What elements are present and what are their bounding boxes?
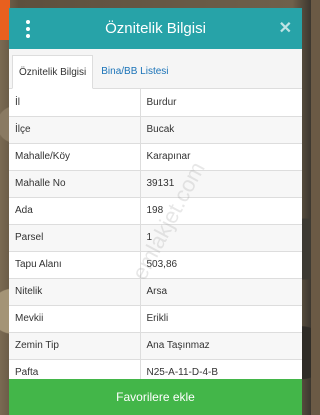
- kebab-menu-icon[interactable]: [21, 20, 35, 38]
- attribute-value: Burdur: [139, 89, 302, 117]
- attribute-value: 503,86: [139, 251, 302, 279]
- attribute-label: Nitelik: [9, 278, 140, 306]
- attribute-value: 198: [139, 197, 302, 225]
- attribute-value: Karapınar: [139, 143, 302, 171]
- table-row: Zemin Tip Ana Taşınmaz: [9, 332, 302, 360]
- attribute-label: İlçe: [9, 116, 140, 144]
- table-row: Nitelik Arsa: [9, 278, 302, 306]
- tab-label: Öznitelik Bilgisi: [19, 66, 87, 78]
- attribute-label: Parsel: [9, 224, 140, 252]
- attribute-label: Mahalle No: [9, 170, 140, 198]
- button-label: Favorilere ekle: [116, 390, 195, 404]
- attribute-label: Mahalle/Köy: [9, 143, 140, 171]
- table-row: Mahalle/Köy Karapınar: [9, 143, 302, 171]
- table-row: Tapu Alanı 503,86: [9, 251, 302, 279]
- table-row: Ada 198: [9, 197, 302, 225]
- attribute-info-dialog: Öznitelik Bilgisi ✕ Öznitelik Bilgisi Bi…: [9, 8, 302, 415]
- attribute-value: Ana Taşınmaz: [139, 332, 302, 360]
- attribute-value: 1: [139, 224, 302, 252]
- attribute-label: Tapu Alanı: [9, 251, 140, 279]
- dialog-header: Öznitelik Bilgisi ✕: [9, 8, 302, 49]
- attribute-label: Mevkii: [9, 305, 140, 333]
- tab-attribute-info[interactable]: Öznitelik Bilgisi: [12, 55, 94, 89]
- attribute-label: Ada: [9, 197, 140, 225]
- attribute-value: Erikli: [139, 305, 302, 333]
- tab-label: Bina/BB Listesi: [101, 66, 169, 77]
- table-row: Mahalle No 39131: [9, 170, 302, 198]
- attribute-value: Bucak: [139, 116, 302, 144]
- attribute-value: Arsa: [139, 278, 302, 306]
- attribute-table: İl Burdur İlçe Bucak Mahalle/Köy Karapın…: [9, 89, 302, 387]
- attribute-value: 39131: [139, 170, 302, 198]
- close-icon[interactable]: ✕: [279, 18, 292, 38]
- table-row: Mevkii Erikli: [9, 305, 302, 333]
- dialog-title: Öznitelik Bilgisi: [105, 20, 206, 37]
- table-row: Parsel 1: [9, 224, 302, 252]
- attribute-label: Zemin Tip: [9, 332, 140, 360]
- table-row: İl Burdur: [9, 89, 302, 117]
- attribute-label: İl: [9, 89, 140, 117]
- add-to-favorites-button[interactable]: Favorilere ekle: [9, 379, 302, 415]
- table-row: İlçe Bucak: [9, 116, 302, 144]
- tab-bar: Öznitelik Bilgisi Bina/BB Listesi: [9, 49, 302, 89]
- tab-building-list[interactable]: Bina/BB Listesi: [93, 55, 174, 88]
